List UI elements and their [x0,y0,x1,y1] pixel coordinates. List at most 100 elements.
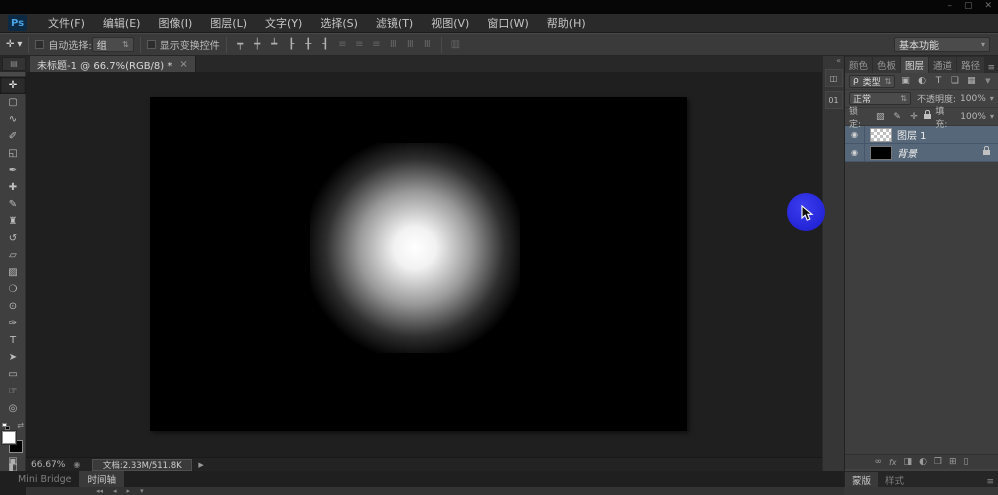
visibility-toggle[interactable]: ◉ [845,144,865,162]
tab-masks[interactable]: 蒙版 [845,472,878,487]
filter-kind-dropdown[interactable]: ρ 类型 ⇅ [849,75,895,88]
show-transform-checkbox[interactable] [147,40,156,49]
document-canvas[interactable] [150,97,687,431]
menu-select[interactable]: 选择(S) [311,14,367,32]
close-button[interactable]: ✕ [984,1,992,11]
default-colors-button[interactable] [2,423,10,430]
filter-toggle-icon[interactable]: ▼ [982,77,994,85]
shape-tool[interactable]: ▭ [0,366,26,383]
layer-row-background[interactable]: ◉ 背景 [845,144,998,162]
move-tool[interactable]: ✛ [0,77,26,94]
gradient-tool[interactable]: ▨ [0,264,26,281]
distribute-vcenter-icon[interactable]: ≡ [352,39,367,50]
history-brush-tool[interactable]: ↺ [0,230,26,247]
align-bottom-edges-icon[interactable]: ┷ [267,39,282,50]
distribute-bottom-icon[interactable]: ≡ [369,39,384,50]
workspace-switcher[interactable]: 基本功能 ▾ [894,37,990,52]
tab-paths[interactable]: 路径 [957,57,984,73]
panel-menu-icon[interactable]: ≡ [986,477,998,487]
tab-timeline[interactable]: 时间轴 [79,471,124,487]
layer-name[interactable]: 背景 [897,145,917,160]
crop-tool[interactable]: ◱ [0,145,26,162]
panel-menu-icon[interactable]: ≡ [987,63,998,73]
menu-image[interactable]: 图像(I) [149,14,201,32]
clone-stamp-tool[interactable]: ♜ [0,213,26,230]
chevron-down-icon[interactable]: ▾ [990,112,994,121]
tab-list-button[interactable]: ▤ [2,57,26,71]
dropdown-icon[interactable]: ▾ [140,487,144,495]
lock-position-icon[interactable]: ✛ [908,112,921,122]
menu-filter[interactable]: 滤镜(T) [367,14,422,32]
align-horizontal-centers-icon[interactable]: ╂ [301,39,316,50]
lock-all-icon[interactable] [924,114,931,119]
distribute-left-icon[interactable]: Ⅲ [386,39,401,50]
first-frame-icon[interactable]: ◂◂ [96,487,103,495]
chevron-down-icon[interactable]: ▾ [990,94,994,103]
eyedropper-tool[interactable]: ✒ [0,162,26,179]
tab-channels[interactable]: 通道 [929,57,956,73]
foreground-color-swatch[interactable] [2,431,16,444]
new-group-icon[interactable]: ❐ [934,457,942,467]
align-vertical-centers-icon[interactable]: ┿ [250,39,265,50]
menu-layer[interactable]: 图层(L) [201,14,256,32]
swap-colors-icon[interactable]: ⇄ [17,421,24,430]
delete-layer-icon[interactable]: ▯ [964,457,969,467]
tab-mini-bridge[interactable]: Mini Bridge [10,471,79,487]
layer-mask-icon[interactable]: ◨ [904,457,913,467]
filter-adjustment-icon[interactable]: ◐ [916,76,928,86]
status-flyout-icon[interactable]: ▶ [198,461,203,469]
blur-tool[interactable]: ❍ [0,281,26,298]
menu-type[interactable]: 文字(Y) [256,14,311,32]
menu-help[interactable]: 帮助(H) [538,14,595,32]
menu-view[interactable]: 视图(V) [422,14,478,32]
tool-preset-picker[interactable]: ✛ ▾ [6,39,22,50]
document-tab[interactable]: 未标题-1 @ 66.7%(RGB/8) * × [30,56,196,72]
auto-align-icon[interactable]: ▥ [448,39,463,50]
hand-tool[interactable]: ☞ [0,383,26,400]
adjustment-layer-icon[interactable]: ◐ [919,457,927,467]
minimize-button[interactable]: – [947,1,952,11]
zoom-percentage[interactable]: 66.67% [31,460,65,470]
fill-value[interactable]: 100% [960,112,986,122]
filter-type-icon[interactable]: T [932,76,944,86]
auto-select-target-dropdown[interactable]: 组 ⇅ [92,37,134,52]
marquee-tool[interactable]: ▢ [0,94,26,111]
layer-thumbnail[interactable] [870,146,892,160]
tab-swatches[interactable]: 色板 [873,57,900,73]
document-info[interactable]: 文档:2.33M/511.8K [92,459,192,471]
info-panel-button[interactable]: 01 [825,91,843,109]
tab-color[interactable]: 颜色 [845,57,872,73]
lock-paint-icon[interactable]: ✎ [891,112,904,122]
filter-shape-icon[interactable]: ❏ [949,76,961,86]
play-icon[interactable]: ▸ [127,487,131,495]
layer-name[interactable]: 图层 1 [897,127,927,142]
lasso-tool[interactable]: ∿ [0,111,26,128]
distribute-top-icon[interactable]: ≡ [335,39,350,50]
zoom-tool[interactable]: ◎ [0,400,26,417]
align-left-edges-icon[interactable]: ┠ [284,39,299,50]
layer-thumbnail[interactable] [870,128,892,142]
new-layer-icon[interactable]: ⊞ [949,457,957,467]
distribute-right-icon[interactable]: Ⅲ [420,39,435,50]
path-selection-tool[interactable]: ➤ [0,349,26,366]
menu-file[interactable]: 文件(F) [39,14,94,32]
expand-panels-icon[interactable]: « [823,56,844,66]
opacity-value[interactable]: 100% [960,94,986,104]
menu-window[interactable]: 窗口(W) [478,14,537,32]
type-tool[interactable]: T [0,332,26,349]
filter-image-icon[interactable]: ▣ [899,76,911,86]
screen-mode-button[interactable]: ▣ [0,453,26,469]
dodge-tool[interactable]: ⊙ [0,298,26,315]
prev-frame-icon[interactable]: ◂ [113,487,117,495]
menu-edit[interactable]: 编辑(E) [94,14,150,32]
histogram-panel-button[interactable]: ◫ [825,69,843,87]
restore-button[interactable]: ▢ [964,1,973,11]
healing-brush-tool[interactable]: ✚ [0,179,26,196]
align-top-edges-icon[interactable]: ┯ [233,39,248,50]
tab-styles[interactable]: 样式 [878,472,911,487]
close-document-icon[interactable]: × [179,59,187,70]
layer-style-icon[interactable]: fx [889,458,897,467]
distribute-hcenter-icon[interactable]: Ⅲ [403,39,418,50]
quick-selection-tool[interactable]: ✐ [0,128,26,145]
tab-layers[interactable]: 图层 [901,57,928,73]
